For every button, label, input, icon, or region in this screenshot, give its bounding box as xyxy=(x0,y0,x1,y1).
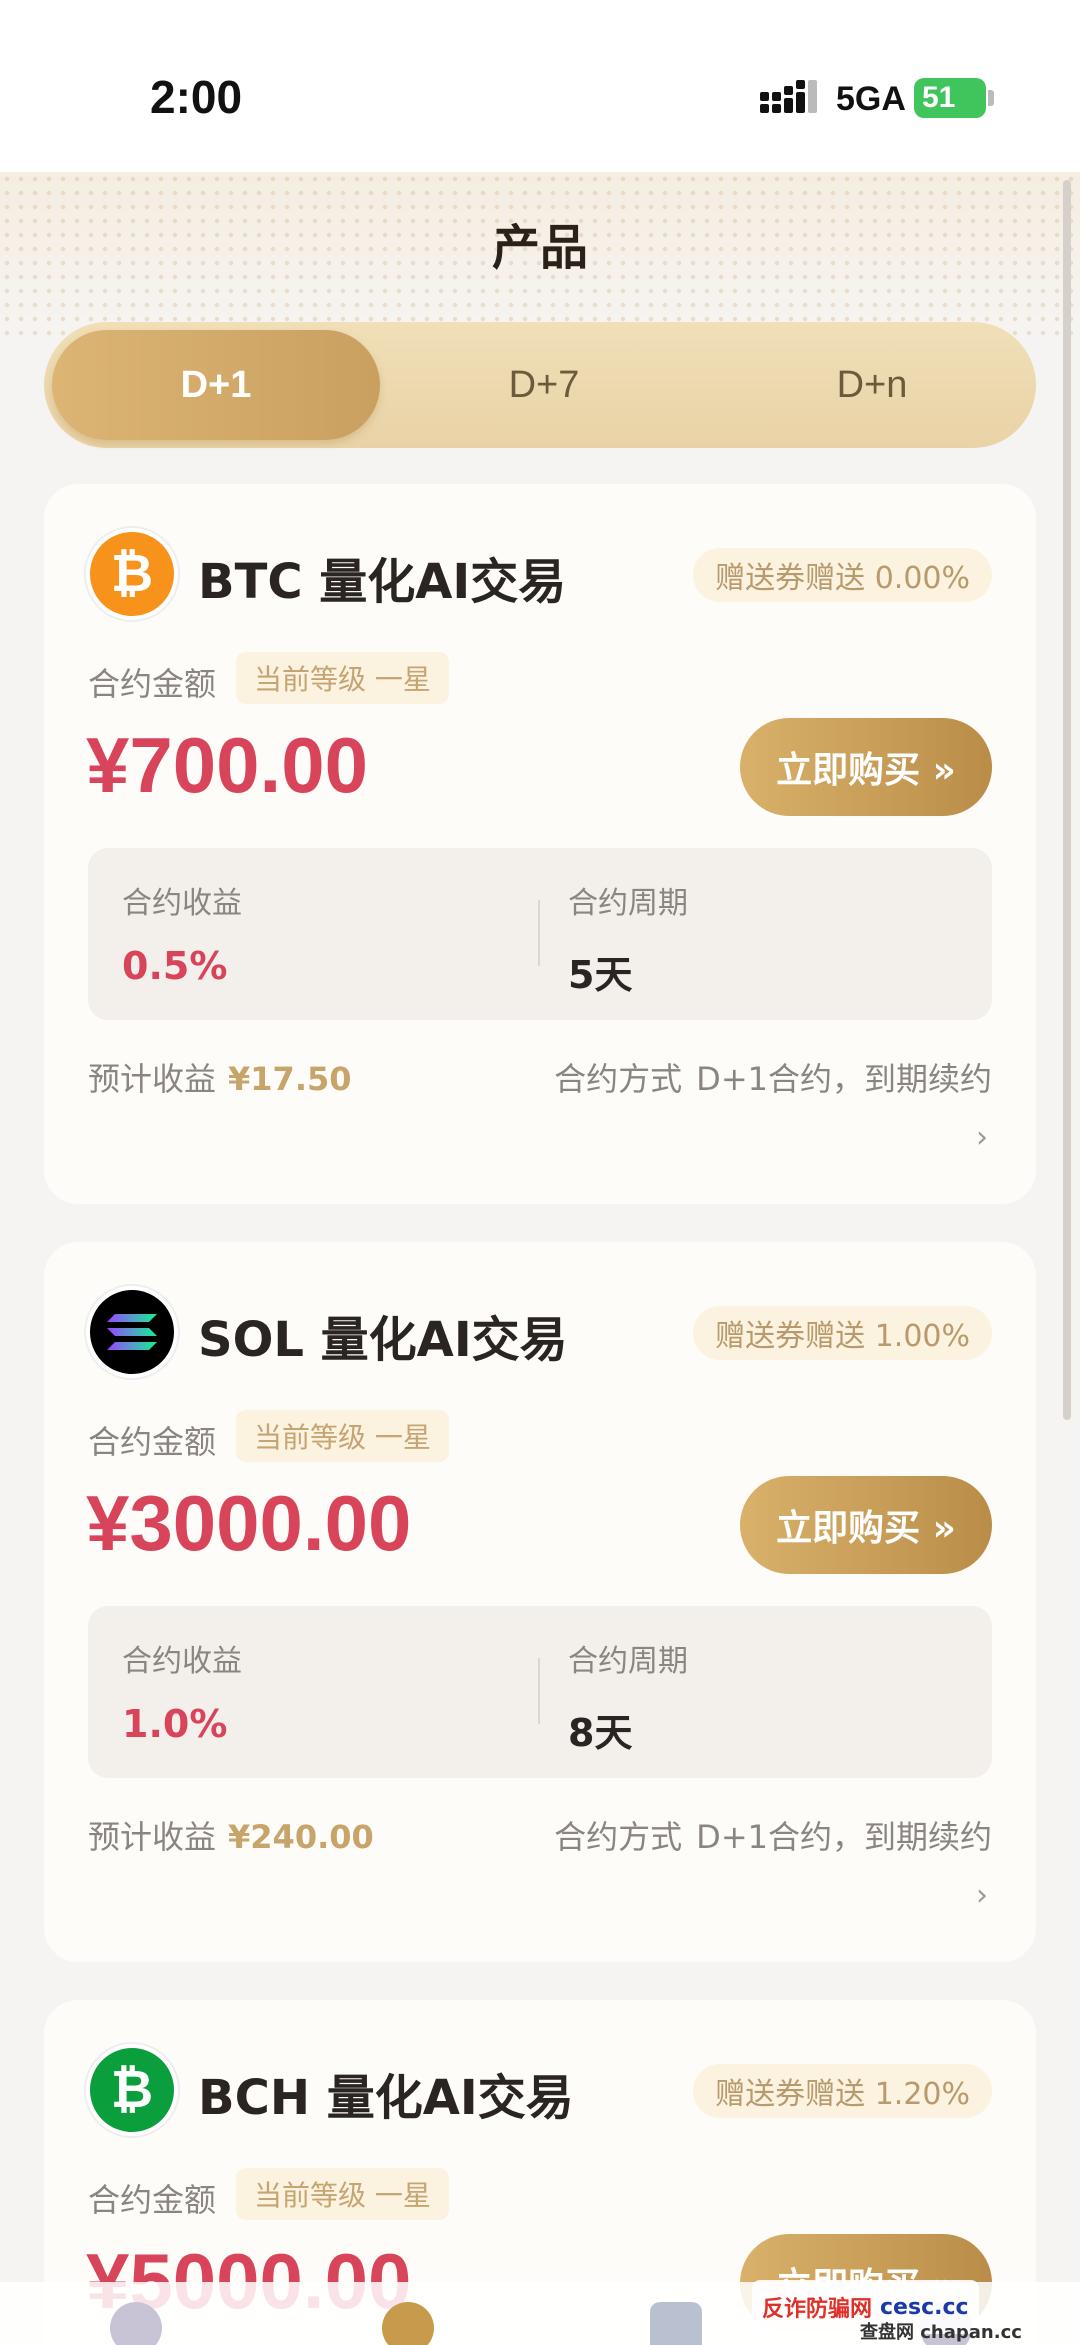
level-badge: 当前等级 一星 xyxy=(236,2168,449,2220)
info-box: 合约收益 1.0% 合约周期 8天 xyxy=(88,1606,992,1778)
product-title: BCH 量化AI交易 xyxy=(198,2070,574,2126)
period-column: 合约周期 5天 xyxy=(568,878,688,999)
period-column: 合约周期 8天 xyxy=(568,1636,688,1757)
yield-label: 合约收益 xyxy=(122,1644,242,1679)
divider xyxy=(538,900,540,966)
period-value: 8天 xyxy=(568,1711,633,1755)
yield-value: 0.5% xyxy=(122,944,228,988)
bonus-badge: 赠送券赠送 0.00% xyxy=(693,548,992,602)
product-title: BTC 量化AI交易 xyxy=(198,554,567,610)
status-time: 2:00 xyxy=(150,71,243,123)
amount-label: 合约金额 xyxy=(88,2181,217,2219)
watermark-text-3: 查盘网 chapan.cc xyxy=(860,2322,1022,2343)
product-title: SOL 量化AI交易 xyxy=(198,1312,568,1368)
price: ¥3000.00 xyxy=(86,1479,412,1567)
yield-column: 合约收益 1.0% xyxy=(122,1636,242,1746)
tab-d1[interactable]: D+1 xyxy=(52,330,380,440)
bonus-badge: 赠送券赠送 1.00% xyxy=(693,1306,992,1360)
product-card-btc: ₿ BTC 量化AI交易 赠送券赠送 0.00% 合约金额 当前等级 一星 ¥7… xyxy=(44,484,1036,1204)
tab-dn[interactable]: D+n xyxy=(708,330,1036,440)
period-label: 合约周期 xyxy=(568,1644,688,1679)
status-bar: 2:00 5GA 51 xyxy=(0,0,1080,172)
expected-value: ¥240.00 xyxy=(228,1818,374,1856)
solana-bars-icon xyxy=(107,1314,157,1350)
period-value: 5天 xyxy=(568,953,633,997)
solana-icon xyxy=(86,1286,178,1378)
price: ¥700.00 xyxy=(86,721,368,809)
expected-label: 预计收益 xyxy=(88,1818,217,1856)
contract-method: 合约方式 D+1合约，到期续约 xyxy=(554,1812,992,1858)
yield-value: 1.0% xyxy=(122,1702,228,1746)
level-badge: 当前等级 一星 xyxy=(236,652,449,704)
buy-now-button[interactable]: 立即购买 » xyxy=(740,1476,992,1574)
method-value: D+1合约，到期续约 xyxy=(696,1818,992,1856)
yield-label: 合约收益 xyxy=(122,886,242,921)
bitcoin-cash-icon: ₿ xyxy=(86,2044,178,2136)
watermark-text-2: cesc.cc xyxy=(880,2294,969,2320)
products-icon[interactable] xyxy=(382,2302,434,2345)
expected-income: 预计收益 ¥240.00 xyxy=(88,1812,374,1858)
network-type: 5GA xyxy=(836,80,906,118)
scrollbar[interactable] xyxy=(1063,180,1071,1420)
contract-method: 合约方式 D+1合约，到期续约 xyxy=(554,1054,992,1100)
battery-icon: 51 xyxy=(914,78,986,118)
amount-label: 合约金额 xyxy=(88,665,217,703)
amount-label: 合约金额 xyxy=(88,1423,217,1461)
home-icon[interactable] xyxy=(110,2302,162,2345)
battery-tip xyxy=(988,90,994,106)
battery-level: 51 xyxy=(922,81,956,114)
page-title: 产品 xyxy=(491,220,588,276)
expected-value: ¥17.50 xyxy=(228,1060,352,1098)
buy-now-button[interactable]: 立即购买 » xyxy=(740,718,992,816)
info-box: 合约收益 0.5% 合约周期 5天 xyxy=(88,848,992,1020)
product-card-sol: SOL 量化AI交易 赠送券赠送 1.00% 合约金额 当前等级 一星 ¥300… xyxy=(44,1242,1036,1962)
yield-column: 合约收益 0.5% xyxy=(122,878,242,988)
method-label: 合约方式 xyxy=(554,1060,683,1098)
period-tabs: D+1 D+7 D+n xyxy=(44,322,1036,448)
chevron-right-icon[interactable]: › xyxy=(976,1120,988,1155)
method-value: D+1合约，到期续约 xyxy=(696,1060,992,1098)
period-label: 合约周期 xyxy=(568,886,688,921)
watermark-text-1: 反诈防骗网 xyxy=(762,2297,873,2322)
bitcoin-icon: ₿ xyxy=(86,528,178,620)
divider xyxy=(538,1658,540,1724)
expected-label: 预计收益 xyxy=(88,1060,217,1098)
tab-d7[interactable]: D+7 xyxy=(380,330,708,440)
chevron-right-icon[interactable]: › xyxy=(976,1878,988,1913)
finance-icon[interactable] xyxy=(650,2302,702,2345)
method-label: 合约方式 xyxy=(554,1818,683,1856)
bonus-badge: 赠送券赠送 1.20% xyxy=(693,2064,992,2118)
expected-income: 预计收益 ¥17.50 xyxy=(88,1054,352,1100)
signal-icon xyxy=(760,80,817,113)
level-badge: 当前等级 一星 xyxy=(236,1410,449,1462)
